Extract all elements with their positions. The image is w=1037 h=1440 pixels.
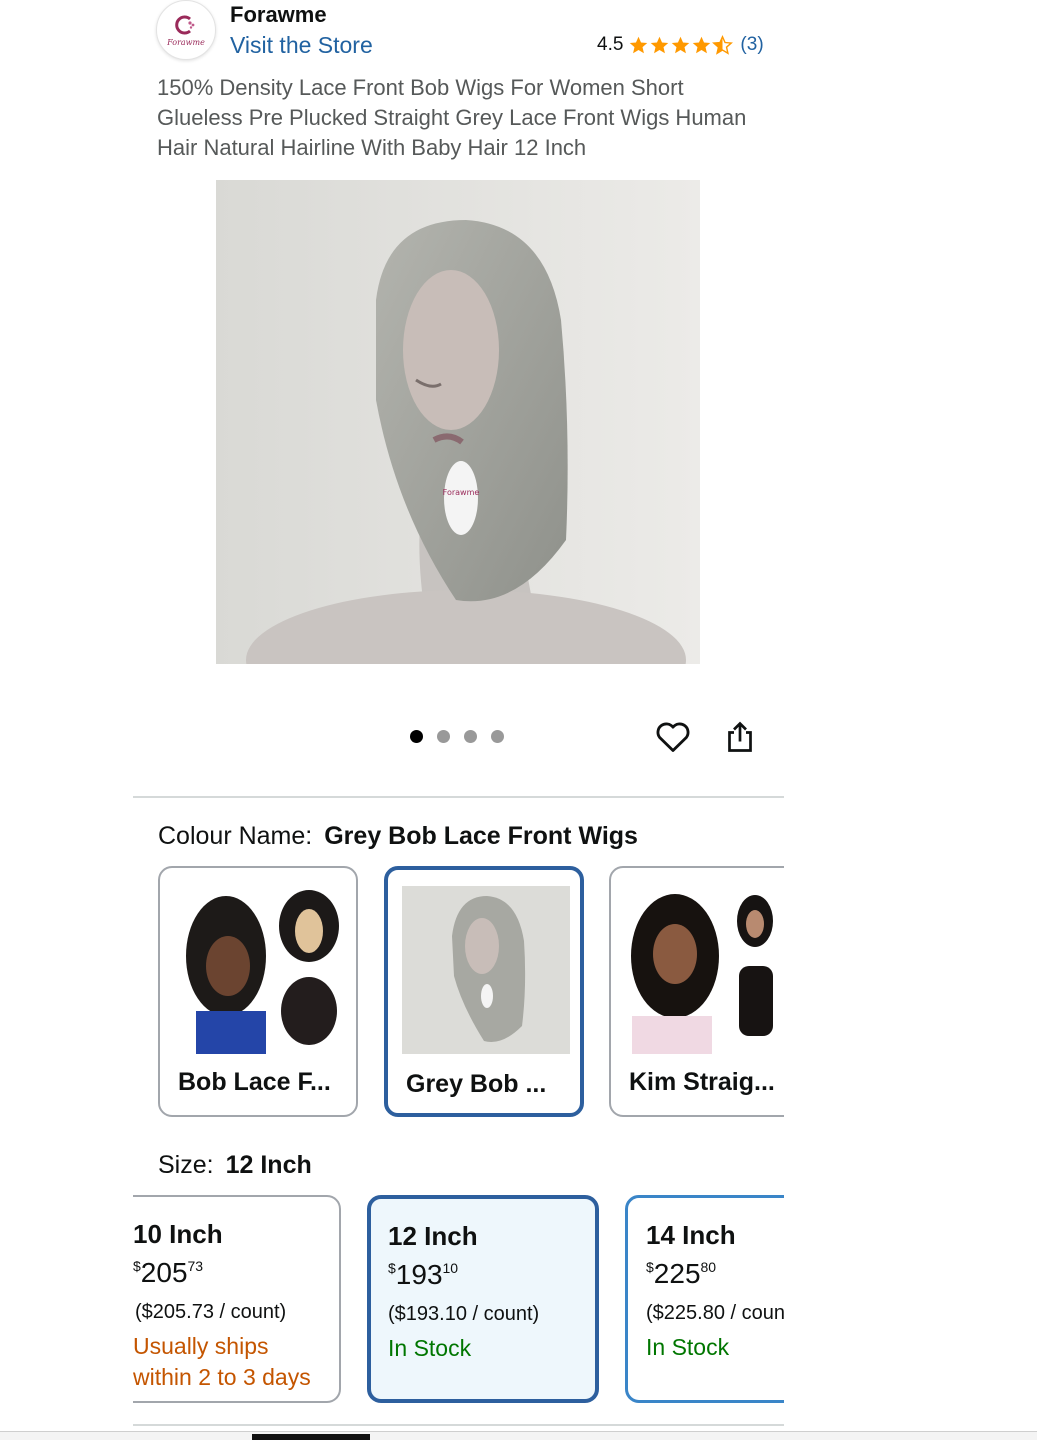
swatch-image [627, 886, 784, 1054]
share-icon [728, 721, 752, 752]
swatch-image [402, 886, 570, 1054]
size-option-selected[interactable]: 12 Inch $19310 ($193.10 / count) In Stoc… [367, 1195, 599, 1403]
carousel-dot[interactable] [437, 730, 450, 743]
share-button[interactable] [722, 718, 758, 756]
section-divider [133, 1424, 784, 1426]
rating-summary[interactable]: 4.5 (3) [597, 34, 764, 56]
price-whole: 193 [395, 1259, 443, 1290]
star-icon [651, 36, 669, 53]
product-title: 150% Density Lace Front Bob Wigs For Wom… [157, 75, 747, 160]
size-option-list[interactable]: 10 Inch $20573 ($205.73 / count) Usually… [133, 1192, 784, 1406]
colour-swatch[interactable]: Kim Straig... [609, 866, 784, 1117]
brand-logo-text: Forawme [167, 37, 205, 47]
size-option-unit-price: ($225.80 / count) [646, 1302, 784, 1324]
availability-line: within 2 to 3 days [133, 1364, 311, 1390]
wishlist-button[interactable] [654, 718, 692, 756]
size-selected-value: 12 Inch [225, 1151, 312, 1179]
half-star-icon [712, 34, 734, 55]
swatch-label: Kim Straig... [629, 1068, 775, 1096]
availability-line: Usually ships [133, 1333, 269, 1359]
carousel-dot[interactable] [464, 730, 477, 743]
swatch-label: Bob Lace F... [178, 1068, 331, 1096]
price-fraction: 73 [187, 1258, 204, 1274]
price-currency: $ [646, 1259, 654, 1275]
colour-selection-header: Colour Name: Grey Bob Lace Front Wigs [158, 822, 638, 851]
colour-swatch[interactable]: Bob Lace F... [158, 866, 358, 1117]
size-option-availability: In Stock [646, 1334, 730, 1360]
price-whole: 205 [140, 1257, 188, 1288]
size-option-unit-price: ($193.10 / count) [388, 1303, 540, 1325]
price-fraction: 10 [442, 1260, 459, 1276]
brand-logo-icon [175, 15, 195, 34]
price-whole: 225 [653, 1258, 701, 1289]
colour-swatch-selected[interactable]: Grey Bob ... [384, 866, 584, 1117]
price-currency: $ [133, 1258, 141, 1274]
carousel-dot[interactable] [491, 730, 504, 743]
colour-selected-value: Grey Bob Lace Front Wigs [324, 822, 638, 850]
rating-value: 4.5 [597, 34, 624, 55]
review-count-link[interactable]: (3) [740, 34, 763, 56]
size-option-price: $19310 [388, 1259, 458, 1291]
svg-text:Forawme: Forawme [443, 488, 480, 497]
price-currency: $ [388, 1260, 396, 1276]
size-option-name: 10 Inch [133, 1219, 223, 1249]
size-option-name: 12 Inch [388, 1221, 478, 1251]
brand-logo[interactable]: Forawme [156, 0, 216, 60]
scroll-handle[interactable] [252, 1434, 370, 1440]
size-option-availability: Usually ships within 2 to 3 days [133, 1331, 311, 1393]
star-icon [693, 36, 711, 53]
size-label: Size: [158, 1151, 214, 1179]
product-main-image[interactable]: Forawme [216, 180, 700, 664]
size-option-price: $20573 [133, 1257, 203, 1289]
size-option[interactable]: 14 Inch $22580 ($225.80 / count) In Stoc… [625, 1195, 784, 1403]
star-icon [630, 36, 648, 53]
carousel-dot[interactable] [410, 730, 423, 743]
price-fraction: 80 [700, 1259, 717, 1275]
image-carousel-dots[interactable] [410, 730, 504, 743]
section-divider [133, 796, 784, 798]
size-option[interactable]: 10 Inch $20573 ($205.73 / count) Usually… [133, 1195, 341, 1403]
heart-icon [656, 722, 690, 752]
star-icon [672, 36, 690, 53]
colour-label: Colour Name: [158, 822, 313, 850]
size-option-name: 14 Inch [646, 1220, 736, 1250]
star-rating [628, 34, 734, 56]
swatch-image [176, 886, 344, 1054]
brand-name: Forawme [230, 2, 327, 27]
size-option-availability: In Stock [388, 1335, 472, 1361]
colour-swatch-list[interactable]: Bob Lace F... Grey Bob ... Kim Straig... [133, 862, 784, 1127]
size-option-price: $22580 [646, 1258, 716, 1290]
swatch-label: Grey Bob ... [406, 1070, 547, 1098]
visit-store-link[interactable]: Visit the Store [230, 32, 373, 59]
size-option-unit-price: ($205.73 / count) [135, 1301, 287, 1323]
size-selection-header: Size: 12 Inch [158, 1151, 312, 1180]
bottom-bar [0, 1431, 1037, 1440]
